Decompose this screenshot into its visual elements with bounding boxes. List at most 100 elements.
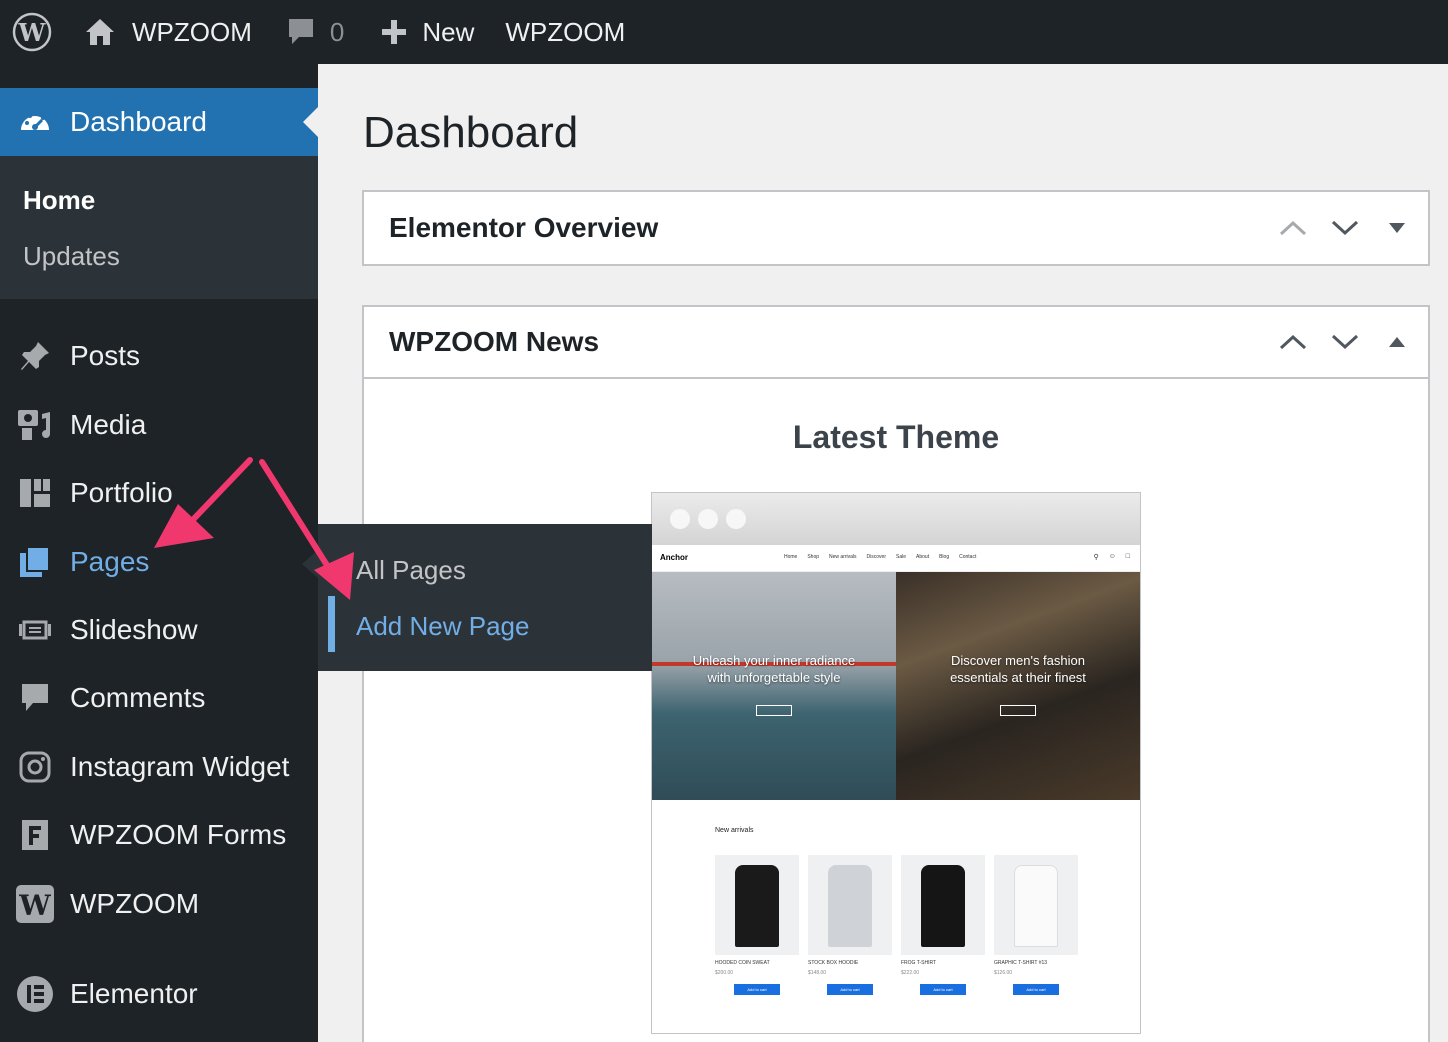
chevron-up-icon (1279, 220, 1307, 236)
sidebar-item-slideshow[interactable]: Slideshow (0, 596, 318, 664)
caret-up-icon (1389, 337, 1405, 347)
hoodie-shape (735, 865, 779, 947)
new-arrivals-title: New arrivals (715, 827, 754, 834)
product-name: HOODED COIN SWEAT (715, 960, 770, 966)
preview-logo: Anchor (660, 553, 688, 562)
product-name: FROG T-SHIRT (901, 960, 937, 966)
preview-hero: Unleash your inner radiance with unforge… (652, 572, 1140, 800)
product-card: STOCK BOX HOODIE $148.00 Add to cart (808, 855, 892, 995)
slideshow-icon (0, 596, 70, 664)
admin-sidebar: Dashboard Home Updates Posts Media Portf… (0, 64, 318, 1042)
pages-icon (0, 528, 70, 596)
tshirt-shape (1014, 865, 1058, 947)
sidebar-item-instagram-widget[interactable]: Instagram Widget (0, 733, 318, 801)
window-dot (726, 509, 746, 529)
new-label: New (422, 16, 475, 47)
window-dot (698, 509, 718, 529)
preview-nav-link: Home (784, 554, 798, 560)
product-image (901, 855, 985, 955)
wpzoom-news-widget: WPZOOM News Latest Theme Anchor Home Sho… (362, 305, 1430, 1042)
product-card: GRAPHIC T-SHIRT #13 $126.00 Add to cart (994, 855, 1078, 995)
sidebar-label-instagram-widget: Instagram Widget (70, 751, 290, 782)
wordpress-logo-button[interactable]: W (0, 0, 64, 64)
dashboard-gauge-icon (0, 88, 70, 156)
theme-preview-image[interactable]: Anchor Home Shop New arrivals Discover S… (651, 492, 1141, 1034)
svg-text:W: W (18, 18, 47, 47)
forms-icon (0, 801, 70, 869)
sidebar-label-portfolio: Portfolio (70, 477, 173, 508)
hero-left-button (756, 705, 792, 716)
portfolio-icon (0, 459, 70, 527)
sidebar-item-comments[interactable]: Comments (0, 664, 318, 732)
preview-nav-links: Home Shop New arrivals Discover Sale Abo… (784, 554, 976, 560)
product-image (994, 855, 1078, 955)
hero-right-button (1000, 705, 1036, 716)
product-price: $222.00 (901, 970, 920, 976)
elementor-icon (0, 960, 70, 1028)
wpzoom-bar-link[interactable]: WPZOOM (505, 0, 625, 64)
move-up-button[interactable] (1276, 325, 1310, 359)
admin-bar: W WPZOOM 0 New WPZOOM (0, 0, 1448, 64)
chevron-down-icon (1331, 334, 1359, 350)
comments-link[interactable]: 0 (286, 0, 344, 64)
flyout-pointer (302, 550, 318, 578)
flyout-item-all-pages[interactable]: All Pages (356, 555, 466, 586)
product-price: $148.00 (808, 970, 827, 976)
svg-text:W: W (18, 889, 51, 922)
product-price: $200.00 (715, 970, 734, 976)
sidebar-item-posts[interactable]: Posts (0, 322, 318, 390)
user-icon: ☺ (1108, 553, 1116, 560)
product-card: HOODED COIN SWEAT $200.00 Add to cart (715, 855, 799, 995)
preview-nav-link: Blog (939, 554, 950, 560)
sidebar-item-dashboard[interactable]: Dashboard (0, 88, 318, 156)
sidebar-label-pages: Pages (70, 546, 150, 577)
sidebar-item-wpzoom-forms[interactable]: WPZOOM Forms (0, 801, 318, 869)
hero-left-line: Unleash your inner radiance (692, 653, 856, 668)
pin-icon (0, 322, 70, 390)
toggle-panel-button[interactable] (1380, 325, 1414, 359)
instagram-icon (0, 733, 70, 801)
pages-flyout-menu: All Pages Add New Page (302, 524, 652, 671)
sidebar-item-elementor[interactable]: Elementor (0, 960, 318, 1028)
sidebar-label-wpzoom-forms: WPZOOM Forms (70, 819, 287, 850)
media-icon (0, 391, 70, 459)
preview-nav-link: Shop (807, 554, 820, 560)
widget-header: Elementor Overview (364, 192, 1428, 264)
sidebar-label-elementor: Elementor (70, 978, 198, 1009)
preview-nav-link: Sale (896, 554, 907, 560)
submenu-item-updates[interactable]: Updates (23, 241, 120, 272)
sidebar-item-media[interactable]: Media (0, 391, 318, 459)
add-to-cart-button: Add to cart (1013, 984, 1059, 995)
sidebar-item-wpzoom[interactable]: W WPZOOM (0, 870, 318, 938)
hero-right-image: Discover men's fashion essentials at the… (896, 572, 1140, 800)
sidebar-item-pages[interactable]: Pages (0, 528, 318, 596)
hero-left-image: Unleash your inner radiance with unforge… (652, 572, 896, 800)
widget-title: Elementor Overview (389, 212, 659, 243)
move-down-button[interactable] (1328, 325, 1362, 359)
tshirt-shape (921, 865, 965, 947)
hoodie-shape (828, 865, 872, 947)
sidebar-item-portfolio[interactable]: Portfolio (0, 459, 318, 527)
site-name: WPZOOM (132, 16, 252, 47)
product-image (808, 855, 892, 955)
move-down-button[interactable] (1328, 211, 1362, 245)
sidebar-label-slideshow: Slideshow (70, 614, 198, 645)
move-up-button[interactable] (1276, 211, 1310, 245)
toggle-panel-button[interactable] (1380, 211, 1414, 245)
flyout-item-add-new-page[interactable]: Add New Page (356, 611, 529, 642)
new-content-button[interactable]: New (380, 0, 474, 64)
preview-new-arrivals: New arrivals HOODED COIN SWEAT $200.00 A… (652, 800, 1140, 1033)
hero-right-text: Discover men's fashion essentials at the… (896, 652, 1140, 686)
hero-right-line: essentials at their finest (950, 670, 1086, 685)
preview-nav-link: New arrivals (829, 554, 857, 560)
caret-down-icon (1389, 223, 1405, 233)
sidebar-label-dashboard: Dashboard (70, 106, 207, 137)
latest-theme-heading: Latest Theme (792, 419, 1000, 455)
preview-site-nav: Anchor Home Shop New arrivals Discover S… (652, 545, 1140, 572)
widget-title: WPZOOM News (389, 326, 600, 357)
preview-nav-icons: ⚲ ☺ □ (1093, 553, 1130, 561)
submenu-item-home[interactable]: Home (23, 185, 95, 216)
preview-nav-link: About (916, 554, 930, 560)
site-home-link[interactable]: WPZOOM (84, 0, 252, 64)
product-price: $126.00 (994, 970, 1013, 976)
